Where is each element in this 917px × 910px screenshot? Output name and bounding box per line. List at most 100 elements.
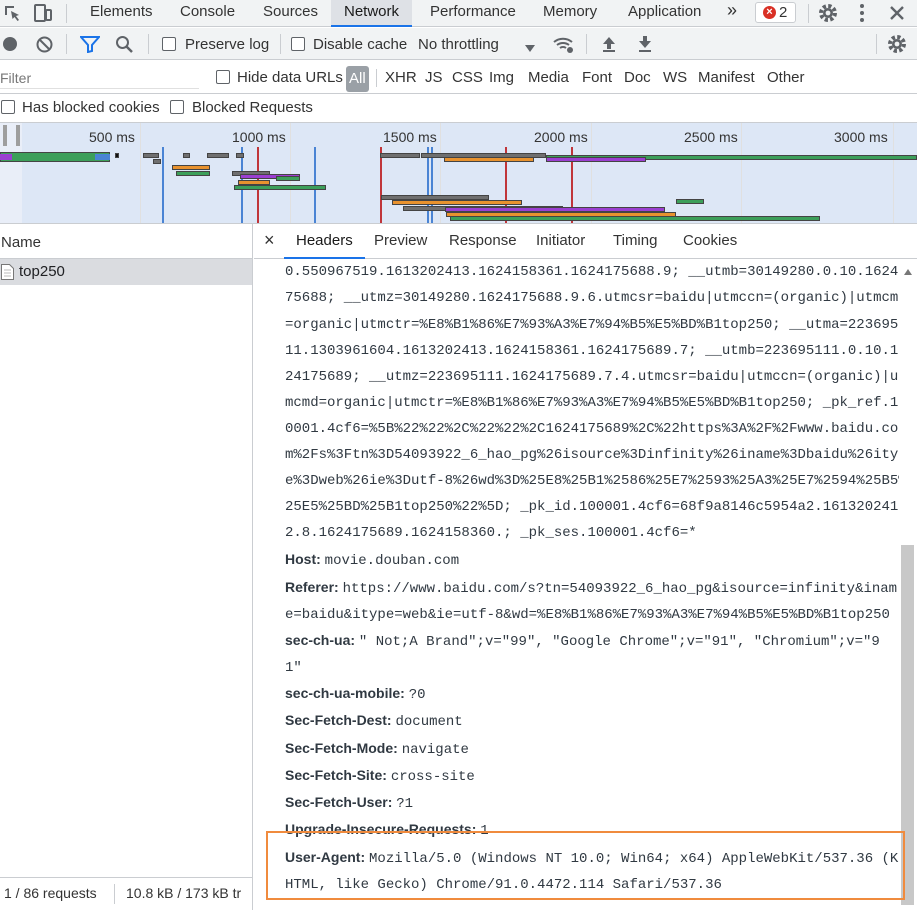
close-detail-button[interactable]: × bbox=[264, 224, 275, 259]
header-row-referer-cont: e=baidu&itype=web&ie=utf-8&wd=%E8%B1%86%… bbox=[285, 605, 890, 623]
overview-request-bar bbox=[0, 152, 110, 162]
cookie-value-line: 24175689; __utmz=223695111.1624175689.7.… bbox=[285, 369, 899, 385]
request-headers-content: 0.550967519.1613202413.1624158361.162417… bbox=[254, 259, 899, 910]
filter-funnel-icon[interactable] bbox=[78, 36, 102, 54]
tab-sources[interactable]: Sources bbox=[263, 0, 318, 27]
tab-timing[interactable]: Timing bbox=[613, 224, 657, 259]
more-tabs-button[interactable]: » bbox=[727, 0, 737, 27]
blocked-requests-checkbox[interactable] bbox=[170, 100, 184, 114]
headers-scrollbar[interactable] bbox=[899, 259, 917, 910]
filter-type-other[interactable]: Other bbox=[767, 69, 805, 86]
disable-cache-checkbox[interactable] bbox=[291, 37, 305, 51]
filter-type-ws[interactable]: WS bbox=[663, 69, 687, 86]
network-status-bar: 1 / 86 requests 10.8 kB / 173 kB tr bbox=[0, 877, 252, 910]
filter-type-doc[interactable]: Doc bbox=[624, 69, 651, 86]
filter-type-xhr[interactable]: XHR bbox=[385, 69, 417, 86]
header-name: sec-ch-ua: bbox=[285, 632, 356, 648]
filter-input[interactable]: Filter bbox=[0, 67, 199, 89]
cookie-value-line: 75688; __utmz=30149280.1624175688.9.6.ut… bbox=[285, 290, 899, 306]
header-value: ?1 bbox=[396, 796, 414, 812]
overview-handle-left[interactable] bbox=[3, 125, 7, 146]
header-name: Referer: bbox=[285, 579, 339, 595]
header-value: document bbox=[395, 714, 463, 730]
network-settings-gear-icon[interactable] bbox=[886, 33, 908, 55]
network-conditions-icon[interactable] bbox=[553, 35, 575, 54]
header-row-sec-ch-ua-mobile: sec-ch-ua-mobile: ?0 bbox=[285, 685, 426, 703]
cookie-value-line: =organic|utmctr=%E8%B1%86%E7%93%A3%E7%94… bbox=[285, 317, 899, 333]
filter-type-media[interactable]: Media bbox=[528, 69, 569, 86]
chevron-down-icon[interactable] bbox=[524, 40, 536, 52]
overview-tick-label: 1500 ms bbox=[383, 129, 437, 145]
clear-icon[interactable] bbox=[36, 36, 53, 53]
header-name: Sec-Fetch-Dest: bbox=[285, 712, 392, 728]
filter-bar: Filter Hide data URLs All XHR JS CSS Img… bbox=[0, 61, 917, 94]
device-toolbar-icon[interactable] bbox=[33, 3, 53, 23]
has-blocked-cookies-checkbox[interactable] bbox=[1, 100, 15, 114]
throttling-select[interactable]: No throttling bbox=[418, 36, 499, 53]
search-icon[interactable] bbox=[115, 35, 134, 54]
inspect-element-icon[interactable] bbox=[3, 4, 21, 22]
header-row-referer: Referer: https://www.baidu.com/s?tn=5409… bbox=[285, 579, 897, 597]
import-har-icon[interactable] bbox=[601, 35, 617, 53]
preserve-log-checkbox[interactable] bbox=[162, 37, 176, 51]
tab-elements[interactable]: Elements bbox=[90, 0, 153, 27]
settings-gear-icon[interactable] bbox=[817, 2, 839, 24]
filter-type-css[interactable]: CSS bbox=[452, 69, 483, 86]
export-har-icon[interactable] bbox=[637, 35, 653, 53]
tab-cookies[interactable]: Cookies bbox=[683, 224, 737, 259]
header-value: movie.douban.com bbox=[324, 553, 460, 569]
tab-initiator[interactable]: Initiator bbox=[536, 224, 585, 259]
overview-handle-right[interactable] bbox=[16, 125, 20, 146]
tab-console[interactable]: Console bbox=[180, 0, 235, 27]
tab-network[interactable]: Network bbox=[331, 0, 413, 27]
preserve-log-label: Preserve log bbox=[185, 36, 270, 53]
cookie-value-line: e%3Dweb%26ie%3Dutf-8%26wd%3D%25E8%25B1%2… bbox=[285, 473, 899, 489]
has-blocked-cookies-label: Has blocked cookies bbox=[22, 99, 160, 116]
disable-cache-label: Disable cache bbox=[313, 36, 408, 53]
name-column-header[interactable]: Name bbox=[0, 224, 252, 259]
scroll-up-arrow-icon[interactable] bbox=[903, 263, 913, 275]
dom-content-loaded-line bbox=[162, 147, 164, 223]
user-agent-highlight-box bbox=[266, 831, 905, 900]
tab-application[interactable]: Application bbox=[628, 0, 701, 27]
header-row-sec-fetch-dest: Sec-Fetch-Dest: document bbox=[285, 712, 463, 730]
header-row-sec-ch-ua-cont: 1" bbox=[285, 658, 302, 676]
header-row-host: Host: movie.douban.com bbox=[285, 551, 459, 569]
cookie-value-line: 11.1303961604.1613202413.1624158361.1624… bbox=[285, 343, 899, 359]
table-row[interactable]: top250 bbox=[0, 259, 252, 285]
header-value: " Not;A Brand";v="99", "Google Chrome";v… bbox=[358, 634, 880, 650]
filter-type-all[interactable]: All bbox=[346, 66, 369, 92]
header-row-sec-fetch-mode: Sec-Fetch-Mode: navigate bbox=[285, 740, 469, 758]
request-list-pane: Name top250 1 / 86 requests 10.8 kB / 17… bbox=[0, 224, 253, 910]
overview-tick-label: 2500 ms bbox=[684, 129, 738, 145]
tab-response[interactable]: Response bbox=[449, 224, 517, 259]
tab-preview[interactable]: Preview bbox=[374, 224, 427, 259]
network-overview-timeline[interactable]: 500 ms 1000 ms 1500 ms 2000 ms 2500 ms 3… bbox=[0, 123, 917, 224]
devtools-tab-bar: Elements Console Sources Network Perform… bbox=[0, 0, 917, 27]
error-count: 2 bbox=[779, 4, 788, 21]
header-name: Sec-Fetch-Site: bbox=[285, 767, 387, 783]
record-icon[interactable] bbox=[3, 37, 17, 51]
filter-type-manifest[interactable]: Manifest bbox=[698, 69, 755, 86]
request-count-status: 1 / 86 requests bbox=[4, 885, 97, 901]
name-column-label: Name bbox=[1, 234, 42, 251]
header-value: https://www.baidu.com/s?tn=54093922_6_ha… bbox=[342, 581, 898, 597]
tab-headers[interactable]: Headers bbox=[284, 224, 365, 259]
header-row-sec-fetch-user: Sec-Fetch-User: ?1 bbox=[285, 794, 413, 812]
hide-data-urls-checkbox[interactable] bbox=[216, 70, 230, 84]
close-devtools-icon[interactable] bbox=[886, 2, 908, 24]
more-options-icon[interactable] bbox=[855, 2, 869, 24]
tab-memory[interactable]: Memory bbox=[543, 0, 597, 27]
cookie-value-line: 0001.4cf6=%5B%22%22%2C%22%22%2C162417568… bbox=[285, 421, 899, 437]
header-name: Host: bbox=[285, 551, 321, 567]
error-counter-badge[interactable]: × 2 bbox=[755, 2, 796, 23]
header-row-sec-fetch-site: Sec-Fetch-Site: cross-site bbox=[285, 767, 475, 785]
filter-type-img[interactable]: Img bbox=[489, 69, 514, 86]
filter-type-font[interactable]: Font bbox=[582, 69, 612, 86]
overview-tick-label: 500 ms bbox=[89, 129, 135, 145]
filter-type-js[interactable]: JS bbox=[425, 69, 443, 86]
hide-data-urls-label: Hide data URLs bbox=[237, 69, 343, 86]
network-toolbar: Preserve log Disable cache No throttling bbox=[0, 28, 917, 60]
tab-performance[interactable]: Performance bbox=[430, 0, 516, 27]
cookie-value-line: 2.8.1624175689.1624158360.; _pk_ses.1000… bbox=[285, 525, 697, 541]
